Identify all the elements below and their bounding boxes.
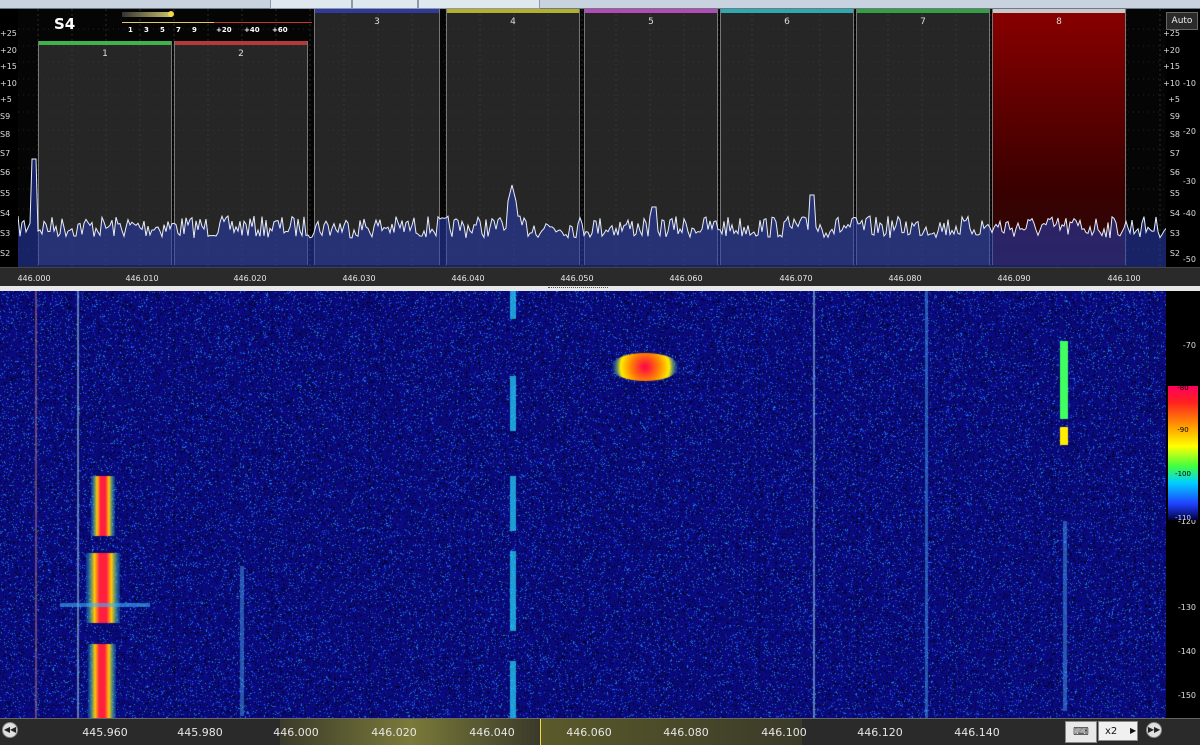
- s-meter-reading: S4: [54, 15, 76, 33]
- bottom-frequency-bar[interactable]: ◀◀ ▶▶ ⌨ x2 ▶ 445.960 445.980 446.000 446.02…: [0, 718, 1200, 745]
- freq-label: 446.080: [888, 274, 922, 283]
- y-label-db: -50: [1182, 255, 1196, 264]
- y-label-right: +5: [1168, 95, 1180, 104]
- bottom-freq-label: 446.140: [954, 726, 1000, 739]
- y-label-right: +15: [1163, 62, 1180, 71]
- spectrum-frequency-axis[interactable]: 446.000 446.010 446.020 446.030 446.040 446.0…: [0, 267, 1200, 287]
- s-meter-scale-7: 7: [176, 26, 181, 34]
- y-label-right: +25: [1163, 29, 1180, 38]
- y-label-right: S6: [1169, 168, 1180, 177]
- fast-forward-icon[interactable]: ▶▶: [1146, 722, 1162, 738]
- y-label-right: S7: [1169, 149, 1180, 158]
- center-frequency-marker: [540, 719, 541, 745]
- legend-label-100: -100: [1175, 470, 1191, 478]
- legend-label-110: -110: [1175, 514, 1191, 522]
- y-label-left: S9: [0, 112, 11, 121]
- s-meter-scale-line-high: [214, 22, 312, 23]
- title-bar: [0, 0, 1200, 9]
- bottom-freq-label: 446.060: [566, 726, 612, 739]
- freq-label: 446.040: [451, 274, 485, 283]
- y-label-right: +20: [1163, 46, 1180, 55]
- y-label-db: -40: [1182, 209, 1196, 218]
- y-label-left: S7: [0, 149, 11, 158]
- y-label-left: S8: [0, 130, 11, 139]
- y-label-right: S9: [1169, 112, 1180, 121]
- freq-label: 446.000: [17, 274, 51, 283]
- s-meter-scale-9: 9: [192, 26, 197, 34]
- db-scale-label: -140: [1177, 647, 1196, 656]
- y-label-left: +15: [0, 62, 17, 71]
- y-label-left: +5: [0, 95, 12, 104]
- bottom-freq-label: 445.980: [177, 726, 223, 739]
- tab-wideband[interactable]: [418, 0, 540, 9]
- y-label-left: +25: [0, 29, 17, 38]
- s-meter-scale-plus20: +20: [216, 26, 232, 34]
- freq-label: 446.100: [1107, 274, 1141, 283]
- y-label-left: S5: [0, 189, 11, 198]
- waterfall-display[interactable]: [0, 291, 1166, 718]
- bottom-freq-label: 446.040: [469, 726, 515, 739]
- spectrum-plot[interactable]: 12345678 S4 1 3 5 7 9 +20 +40 +60: [18, 9, 1166, 267]
- db-scale-label: -130: [1177, 603, 1196, 612]
- bottom-freq-label: 446.000: [273, 726, 319, 739]
- y-label-db: -20: [1182, 127, 1196, 136]
- y-label-db: -10: [1182, 79, 1196, 88]
- s-meter-scale-3: 3: [144, 26, 149, 34]
- freq-label: 446.060: [669, 274, 703, 283]
- tab-frequency[interactable]: [270, 0, 352, 9]
- y-label-right: +10: [1163, 79, 1180, 88]
- freq-label: 446.050: [560, 274, 594, 283]
- s-meter-scale-plus60: +60: [272, 26, 288, 34]
- s-meter-scale-line-low: [122, 22, 214, 23]
- s-meter-scale-1: 1: [128, 26, 133, 34]
- y-label-left: S6: [0, 168, 11, 177]
- db-scale-label: -150: [1177, 691, 1196, 700]
- y-label-left: +20: [0, 46, 17, 55]
- waterfall-canvas[interactable]: [0, 291, 1166, 718]
- spectrum-y-axis-left: +25 +20 +15 +10 +5 S9 S8 S7 S6 S5 S4 S3 S2: [0, 9, 18, 267]
- y-label-db: -30: [1182, 177, 1196, 186]
- freq-label: 446.010: [125, 274, 159, 283]
- freq-label: 446.070: [779, 274, 813, 283]
- y-label-right: S5: [1169, 189, 1180, 198]
- bottom-freq-label: 446.100: [761, 726, 807, 739]
- y-label-left: S2: [0, 249, 11, 258]
- rewind-icon[interactable]: ◀◀: [2, 722, 18, 738]
- freq-label: 446.030: [342, 274, 376, 283]
- spectrum-y-axis-right: Auto +25 +20 +15 +10 +5 S9 S8 S7 S6 S5 S4 S3 S2 -10 -2…: [1163, 9, 1200, 267]
- s-meter-scale-plus40: +40: [244, 26, 260, 34]
- keyboard-icon[interactable]: ⌨: [1065, 721, 1097, 743]
- y-label-right: S2: [1169, 249, 1180, 258]
- splitter-grip[interactable]: [548, 287, 608, 290]
- bottom-freq-label: 445.960: [82, 726, 128, 739]
- waterfall-color-legend[interactable]: -80 -90 -100 -110: [1168, 384, 1198, 522]
- auto-scale-button[interactable]: Auto: [1166, 12, 1198, 30]
- s-meter-scale-5: 5: [160, 26, 165, 34]
- freq-label: 446.020: [233, 274, 267, 283]
- color-legend-gradient: [1168, 386, 1198, 520]
- spectrum-panel[interactable]: +25 +20 +15 +10 +5 S9 S8 S7 S6 S5 S4 S3 S2 12345678 …: [0, 9, 1200, 267]
- bottom-freq-label: 446.020: [371, 726, 417, 739]
- s-meter-indicator: [168, 11, 174, 17]
- db-scale-label: -70: [1182, 341, 1196, 350]
- s-meter-bar: [122, 12, 172, 17]
- freq-label: 446.090: [997, 274, 1031, 283]
- legend-label-90: -90: [1177, 426, 1189, 434]
- y-label-right: S8: [1169, 130, 1180, 139]
- y-label-left: +10: [0, 79, 17, 88]
- bottom-freq-label: 446.120: [857, 726, 903, 739]
- y-label-right: S3: [1169, 229, 1180, 238]
- y-label-right: S4: [1169, 209, 1180, 218]
- legend-label-80: -80: [1177, 384, 1189, 392]
- bottom-freq-label: 446.080: [663, 726, 709, 739]
- y-label-left: S3: [0, 229, 11, 238]
- spectrum-trace: [18, 158, 1166, 267]
- y-label-left: S4: [0, 209, 11, 218]
- tab-extras[interactable]: [352, 0, 418, 9]
- zoom-dropdown-arrow-icon[interactable]: ▶: [1130, 721, 1136, 741]
